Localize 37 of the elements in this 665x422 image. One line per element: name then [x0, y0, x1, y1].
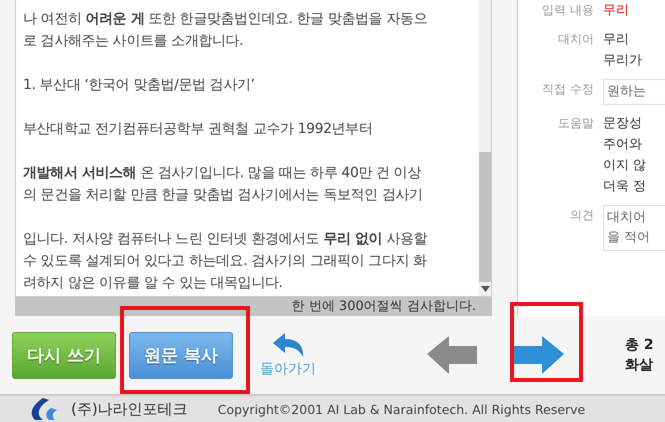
detail-value: 무리가 — [603, 52, 643, 70]
text-line: 입니다. 저사양 컴퓨터나 느린 인터넷 환경에서도 무리 없이 사용할 — [23, 230, 428, 249]
copy-button[interactable]: 원문 복사 — [128, 332, 233, 378]
comment-field[interactable]: 대치어 을 적어 — [603, 205, 665, 251]
field-label: 입력 내용 — [541, 2, 594, 19]
field-label: 도움말 — [557, 115, 594, 132]
text-line: 로 검사해주는 사이트를 소개합니다. — [23, 32, 244, 51]
summary-text: 화살 — [625, 356, 654, 375]
text-line: 려하지 않은 이유를 알 수 있는 대목입니다. — [23, 274, 284, 293]
text-line: 의 문건을 처리할 만큼 한글 맞춤법 검사기에서는 독보적인 검사기 — [23, 186, 424, 205]
scrollbar-thumb[interactable] — [479, 152, 491, 282]
text-line: 수 있도록 설계되어 있다고 하는데요. 검사기의 그래픽이 그다지 화 — [23, 252, 428, 271]
field-label: 대치어 — [557, 31, 594, 48]
field-label: 직접 수정 — [541, 81, 594, 98]
text-editor[interactable] — [15, 0, 492, 297]
detail-value: 무리 — [603, 31, 630, 49]
detail-value: 이지 않 — [603, 157, 648, 175]
text-line: 나 여전히 어려운 게 또한 한글맞춤법인데요. 한글 맞춤법을 자동으 — [23, 10, 428, 29]
status-text: 한 번에 300어절씩 검사합니다. — [15, 297, 492, 316]
field-label: 의견 — [569, 207, 594, 224]
copyright-text: Copyright©2001 AI Lab & Narainfotech. All Rights Reserve — [218, 402, 586, 416]
rewrite-button[interactable]: 다시 쓰기 — [12, 332, 116, 378]
text-line: 개발해서 서비스해 온 검사기입니다. 많을 때는 하루 40만 건 이상 — [23, 164, 422, 183]
summary-text: 총 2 — [625, 336, 655, 355]
previous-button[interactable] — [424, 334, 479, 376]
detail-value: 문장성 — [603, 115, 643, 133]
back-button[interactable]: 돌아가기 — [260, 332, 316, 378]
undo-arrow-icon — [270, 332, 305, 356]
detail-value: 주어와 — [603, 136, 643, 154]
scroll-down-icon[interactable] — [480, 286, 490, 292]
detail-value: 더욱 정 — [603, 178, 648, 196]
next-button[interactable] — [512, 334, 566, 376]
company-name: (주)나라인포테크 — [71, 400, 188, 418]
text-line: 1. 부산대 ‘한국어 맞춤법/문법 검사기’ — [23, 76, 256, 95]
edit-field[interactable]: 원하는 — [603, 79, 665, 105]
text-line: 부산대학교 전기컴퓨터공학부 권혁철 교수가 1992년부터 — [23, 120, 374, 139]
detail-value: 무리 — [603, 2, 630, 20]
